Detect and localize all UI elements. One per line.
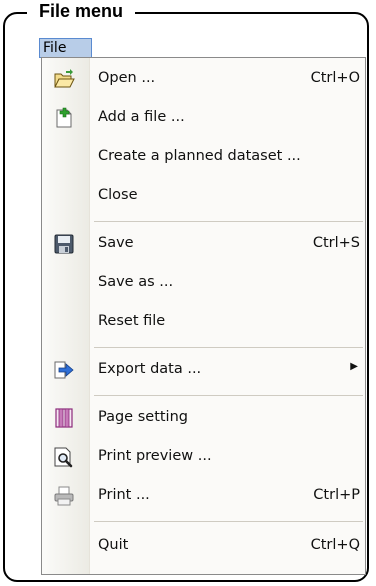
menu-item-label: Reset file <box>98 313 166 329</box>
frame-title: File menu <box>27 0 136 24</box>
menu-item-shortcut: Ctrl+O <box>310 70 360 86</box>
page-setting-icon <box>53 407 75 429</box>
menu-item-label: Open ... <box>98 70 156 86</box>
menu-item-export-data[interactable]: Export data ... ▶ <box>42 351 365 389</box>
print-preview-icon <box>53 446 75 468</box>
menu-item-label: Page setting <box>98 409 188 425</box>
printer-icon <box>53 485 75 507</box>
menu-separator <box>94 395 363 396</box>
add-file-icon <box>53 107 75 129</box>
menu-item-shortcut: Ctrl+Q <box>310 537 360 553</box>
menu-item-print[interactable]: Print ... Ctrl+P <box>42 477 365 515</box>
menu-item-print-preview[interactable]: Print preview ... <box>42 438 365 476</box>
export-arrow-icon <box>53 359 75 381</box>
menu-separator <box>94 521 363 522</box>
menu-item-create-planned-dataset[interactable]: Create a planned dataset ... <box>42 138 365 176</box>
menu-separator <box>94 347 363 348</box>
folder-open-icon <box>53 68 75 90</box>
menu-separator <box>94 221 363 222</box>
menu-item-reset-file[interactable]: Reset file <box>42 303 365 341</box>
menu-item-shortcut: Ctrl+P <box>313 487 360 503</box>
menu-item-shortcut: Ctrl+S <box>312 235 360 251</box>
submenu-arrow-icon: ▶ <box>350 361 358 372</box>
menu-item-quit[interactable]: Quit Ctrl+Q <box>42 527 365 565</box>
file-dropdown-menu: Open ... Ctrl+O Add a file ... Create a … <box>41 57 366 575</box>
menu-item-save[interactable]: Save Ctrl+S <box>42 225 365 263</box>
menu-item-label: Print preview ... <box>98 448 212 464</box>
menu-item-close[interactable]: Close <box>42 177 365 215</box>
menu-item-label: Quit <box>98 537 129 553</box>
menu-item-label: Create a planned dataset ... <box>98 148 301 164</box>
menu-item-label: Print ... <box>98 487 150 503</box>
menu-item-save-as[interactable]: Save as ... <box>42 264 365 302</box>
menu-item-label: Save <box>98 235 134 251</box>
menu-item-label: Close <box>98 187 138 203</box>
menu-item-label: Save as ... <box>98 274 174 290</box>
menu-item-open[interactable]: Open ... Ctrl+O <box>42 60 365 98</box>
menu-item-page-setting[interactable]: Page setting <box>42 399 365 437</box>
menu-item-label: Export data ... <box>98 361 202 377</box>
menu-item-add-file[interactable]: Add a file ... <box>42 99 365 137</box>
menu-item-label: Add a file ... <box>98 109 185 125</box>
floppy-disk-icon <box>53 233 75 255</box>
menubar-file-button[interactable]: File <box>39 38 92 58</box>
